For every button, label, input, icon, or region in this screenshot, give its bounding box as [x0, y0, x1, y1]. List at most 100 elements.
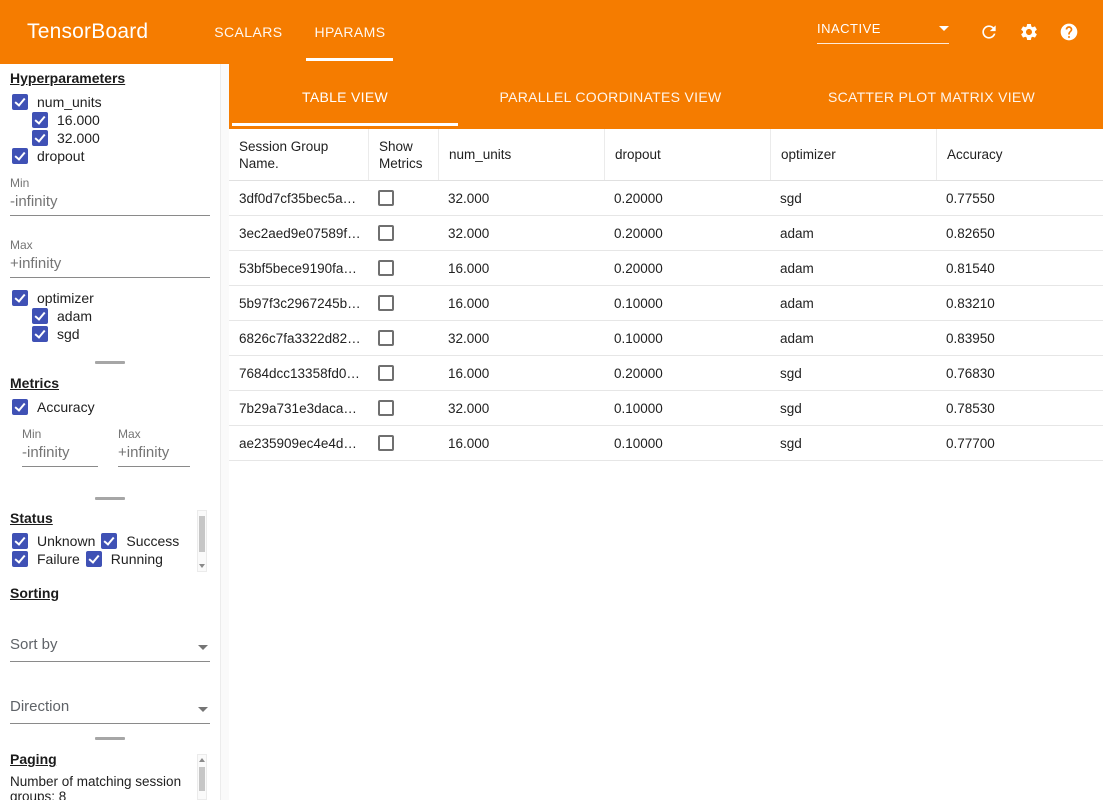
checkbox-checked-icon[interactable]: [32, 112, 48, 128]
checkbox-checked-icon[interactable]: [12, 533, 28, 549]
paging-heading: Paging: [10, 751, 57, 767]
status-running-row[interactable]: Running: [86, 550, 163, 568]
accuracy-min-label: Min: [22, 427, 41, 441]
session-group-name-cell: 7684dcc13358fd0…: [229, 366, 368, 381]
checkbox-checked-icon[interactable]: [86, 551, 102, 567]
optimizer-value-sgd-row[interactable]: sgd: [32, 325, 80, 343]
accuracy-max-label: Max: [118, 427, 141, 441]
col-optimizer: optimizer: [770, 129, 936, 180]
show-metrics-cell: [368, 190, 438, 206]
status-failure-row[interactable]: Failure: [12, 550, 80, 568]
accuracy-cell: 0.83210: [936, 296, 1103, 311]
direction-select[interactable]: Direction: [10, 698, 210, 724]
sort-by-value: Sort by: [10, 636, 58, 653]
dropout-max-input[interactable]: [10, 254, 210, 278]
session-group-name-cell: 7b29a731e3daca…: [229, 401, 368, 416]
sidebar-resize-handle[interactable]: [220, 64, 229, 800]
show-metrics-checkbox[interactable]: [378, 365, 394, 381]
show-metrics-checkbox[interactable]: [378, 435, 394, 451]
checkbox-checked-icon[interactable]: [12, 94, 28, 110]
num-units-cell: 16.000: [438, 296, 604, 311]
hparams-sidebar: Hyperparameters num_units 16.000 32.000 …: [0, 64, 220, 800]
dropout-min-label: Min: [10, 176, 29, 190]
num-units-cell: 32.000: [438, 191, 604, 206]
num-units-value-32-row[interactable]: 32.000: [32, 129, 100, 147]
show-metrics-checkbox[interactable]: [378, 190, 394, 206]
status-failure-label: Failure: [37, 551, 80, 567]
sorting-heading: Sorting: [10, 585, 59, 601]
metric-accuracy-row[interactable]: Accuracy: [12, 398, 95, 416]
hparam-optimizer-row[interactable]: optimizer: [12, 289, 94, 307]
checkbox-checked-icon[interactable]: [12, 148, 28, 164]
tab-scalars-label: SCALARS: [214, 24, 282, 40]
show-metrics-checkbox[interactable]: [378, 400, 394, 416]
section-resize-handle[interactable]: [95, 497, 125, 500]
scrollbar-thumb[interactable]: [199, 516, 205, 552]
accuracy-max-input[interactable]: [118, 443, 190, 467]
checkbox-checked-icon[interactable]: [32, 326, 48, 342]
matching-groups-text: Number of matching session groups: 8: [10, 774, 194, 800]
checkbox-checked-icon[interactable]: [101, 533, 117, 549]
optimizer-value-adam-row[interactable]: adam: [32, 307, 92, 325]
hparam-dropout-row[interactable]: dropout: [12, 147, 84, 165]
checkbox-checked-icon[interactable]: [32, 130, 48, 146]
optimizer-value-adam-label: adam: [57, 308, 92, 324]
checkbox-checked-icon[interactable]: [12, 290, 28, 306]
section-resize-handle[interactable]: [95, 361, 125, 364]
table-header: Session Group Name. Show Metrics num_uni…: [229, 129, 1103, 181]
show-metrics-checkbox[interactable]: [378, 225, 394, 241]
col-accuracy: Accuracy: [936, 129, 1103, 180]
scroll-down-icon[interactable]: [199, 564, 205, 568]
status-running-label: Running: [111, 551, 163, 567]
app-title: TensorBoard: [27, 20, 148, 44]
metrics-heading: Metrics: [10, 375, 59, 391]
tab-scalars[interactable]: SCALARS: [198, 0, 298, 64]
show-metrics-checkbox[interactable]: [378, 260, 394, 276]
paging-scrollbar[interactable]: [197, 754, 207, 800]
checkbox-checked-icon[interactable]: [12, 551, 28, 567]
dropout-cell: 0.10000: [604, 436, 770, 451]
dropout-cell: 0.10000: [604, 401, 770, 416]
session-group-name-cell: 3df0d7cf35bec5a…: [229, 191, 368, 206]
tab-table-view[interactable]: TABLE VIEW: [229, 64, 461, 129]
optimizer-cell: adam: [770, 296, 936, 311]
dropout-min-input[interactable]: [10, 192, 210, 216]
tab-parallel-coordinates-view[interactable]: PARALLEL COORDINATES VIEW: [461, 64, 760, 129]
refresh-button[interactable]: [977, 20, 1001, 44]
dropout-cell: 0.10000: [604, 331, 770, 346]
run-status-value: INACTIVE: [817, 21, 881, 36]
checkbox-checked-icon[interactable]: [32, 308, 48, 324]
session-group-name-cell: ae235909ec4e4d…: [229, 436, 368, 451]
hparam-num-units-row[interactable]: num_units: [12, 93, 102, 111]
show-metrics-cell: [368, 260, 438, 276]
show-metrics-checkbox[interactable]: [378, 295, 394, 311]
top-right-controls: INACTIVE: [817, 20, 1103, 44]
show-metrics-cell: [368, 295, 438, 311]
scroll-up-icon[interactable]: [199, 758, 205, 762]
hparam-optimizer-label: optimizer: [37, 290, 94, 306]
help-button[interactable]: [1057, 20, 1081, 44]
status-filter-list: Unknown Success Failure Running: [12, 532, 196, 570]
accuracy-cell: 0.83950: [936, 331, 1103, 346]
scrollbar-thumb[interactable]: [199, 767, 205, 791]
status-scrollbar[interactable]: [197, 510, 207, 572]
section-resize-handle[interactable]: [95, 737, 125, 740]
show-metrics-cell: [368, 400, 438, 416]
num-units-value-16-row[interactable]: 16.000: [32, 111, 100, 129]
session-group-name-cell: 5b97f3c2967245b…: [229, 296, 368, 311]
show-metrics-cell: [368, 435, 438, 451]
tab-scatter-plot-matrix-view[interactable]: SCATTER PLOT MATRIX VIEW: [760, 64, 1103, 129]
run-status-select[interactable]: INACTIVE: [817, 21, 949, 44]
dropout-max-label: Max: [10, 238, 33, 252]
checkbox-checked-icon[interactable]: [12, 399, 28, 415]
sort-by-select[interactable]: Sort by: [10, 636, 210, 662]
accuracy-min-input[interactable]: [22, 443, 98, 467]
settings-button[interactable]: [1017, 20, 1041, 44]
dropout-cell: 0.20000: [604, 366, 770, 381]
main-nav-tabs: SCALARS HPARAMS: [198, 0, 401, 64]
show-metrics-checkbox[interactable]: [378, 330, 394, 346]
status-unknown-row[interactable]: Unknown: [12, 532, 95, 550]
view-tabs: TABLE VIEW PARALLEL COORDINATES VIEW SCA…: [229, 64, 1103, 129]
tab-hparams[interactable]: HPARAMS: [298, 0, 401, 64]
status-success-row[interactable]: Success: [101, 532, 179, 550]
